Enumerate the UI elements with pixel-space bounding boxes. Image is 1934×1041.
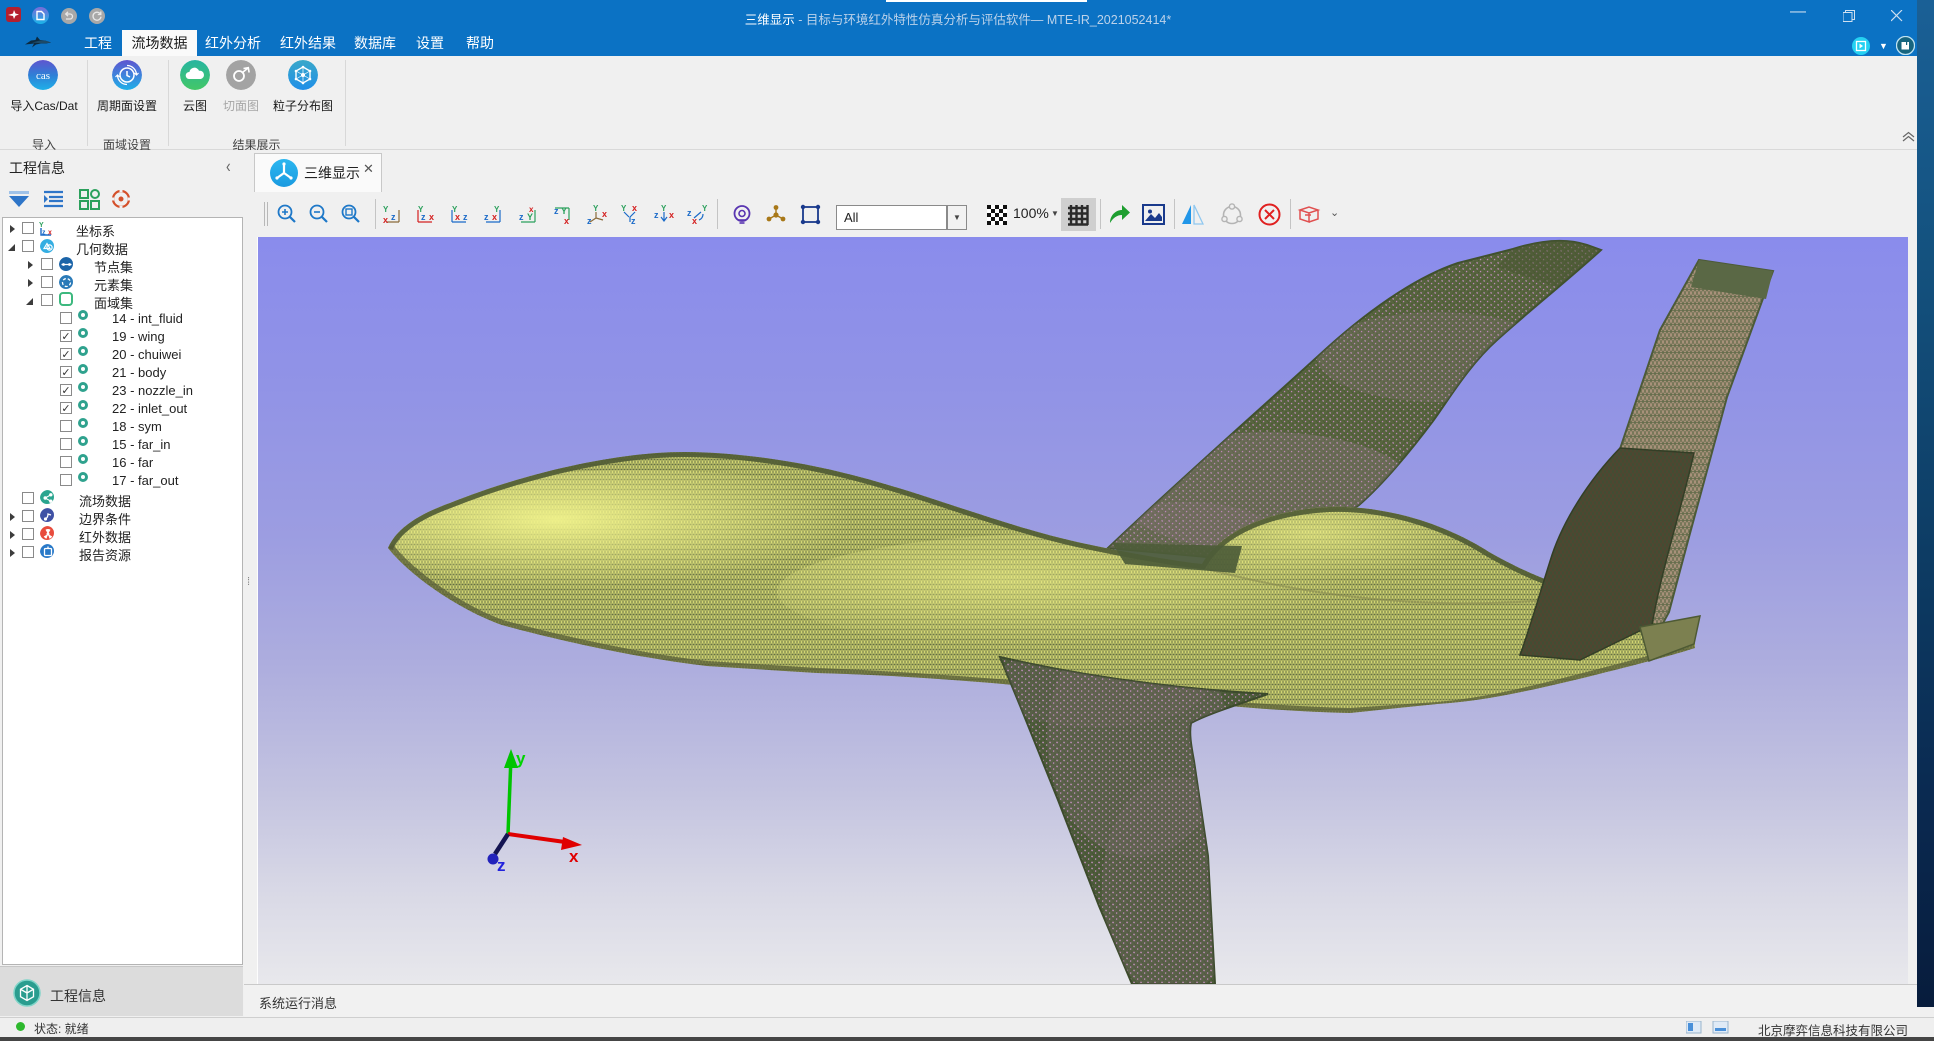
svg-text:z: z <box>421 212 426 222</box>
svg-text:x: x <box>632 203 637 213</box>
svg-text:z: z <box>42 230 46 237</box>
svg-text:z: z <box>497 856 506 875</box>
svg-text:x: x <box>564 216 569 226</box>
svg-text:cas: cas <box>36 70 50 82</box>
svg-text:z: z <box>654 210 659 220</box>
svg-text:Y: Y <box>702 204 708 213</box>
svg-text:z: z <box>463 212 468 222</box>
svg-text:Y: Y <box>527 212 533 222</box>
svg-text:Y: Y <box>661 204 667 213</box>
svg-text:x: x <box>455 212 460 222</box>
svg-text:x: x <box>48 230 52 237</box>
svg-text:x: x <box>692 216 697 226</box>
svg-text:Y: Y <box>39 222 44 229</box>
svg-text:z: z <box>484 212 489 222</box>
svg-text:x: x <box>669 210 674 220</box>
svg-text:Y: Y <box>383 205 389 214</box>
svg-text:z: z <box>519 212 524 222</box>
svg-text:x: x <box>383 215 388 225</box>
svg-text:z: z <box>631 216 636 226</box>
svg-text:y: y <box>516 749 526 768</box>
svg-text:Y: Y <box>621 204 627 213</box>
svg-text:x: x <box>492 212 497 222</box>
svg-text:z: z <box>554 206 559 216</box>
svg-text:Y: Y <box>561 206 567 216</box>
svg-text:x: x <box>569 847 579 866</box>
svg-text:z: z <box>391 212 396 222</box>
svg-text:Y: Y <box>593 204 599 213</box>
svg-text:x: x <box>429 212 434 222</box>
svg-text:z: z <box>587 216 592 226</box>
svg-text:x: x <box>602 209 607 219</box>
